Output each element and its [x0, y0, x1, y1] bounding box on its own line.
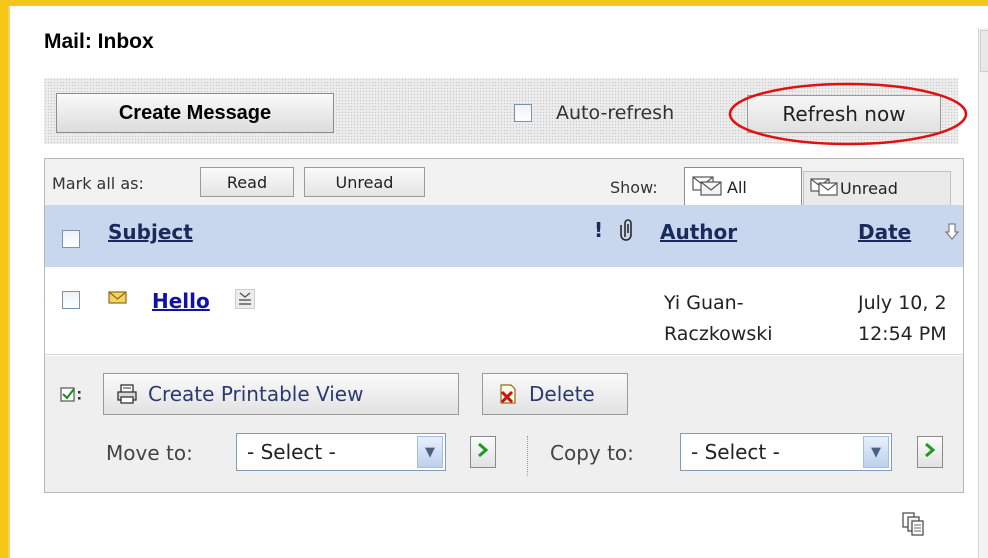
window-frame-inner	[8, 6, 10, 558]
highlight-ellipse	[728, 82, 968, 146]
move-to-select[interactable]: - Select - ▼	[236, 433, 446, 471]
author-line-1: Yi Guan-	[664, 292, 744, 314]
date-line-1: July 10, 2	[858, 292, 947, 314]
copy-go-button[interactable]	[917, 436, 943, 468]
scrollbar-cap[interactable]	[980, 30, 988, 72]
envelopes-icon	[691, 175, 727, 201]
page-title: Mail: Inbox	[44, 30, 154, 53]
mark-unread-button[interactable]: Unread	[304, 167, 425, 197]
copy-pages-icon[interactable]	[902, 512, 924, 540]
filter-tab-unread-label: Unread	[840, 179, 898, 198]
date-column-header[interactable]: Date	[858, 220, 911, 244]
create-printable-view-button[interactable]: Create Printable View	[103, 373, 459, 415]
message-date: July 10, 2 12:54 PM	[858, 288, 978, 350]
select-all-checkbox[interactable]	[62, 230, 80, 248]
filter-tab-unread[interactable]: Unread	[803, 171, 951, 205]
checked-selection-icon	[60, 386, 84, 408]
priority-column-header[interactable]: !	[594, 218, 603, 242]
create-message-button[interactable]: Create Message	[56, 93, 334, 133]
author-line-2: Raczkowski	[664, 323, 773, 345]
subject-column-header[interactable]: Subject	[108, 220, 193, 244]
go-arrow-icon	[476, 441, 490, 463]
delete-button[interactable]: Delete	[482, 373, 628, 415]
message-subject-link[interactable]: Hello	[152, 289, 210, 313]
go-arrow-icon	[923, 441, 937, 463]
copy-to-select[interactable]: - Select - ▼	[680, 433, 892, 471]
attachment-icon[interactable]	[620, 217, 636, 245]
show-filter-label: Show:	[610, 178, 658, 197]
window-frame-left	[0, 0, 8, 558]
copy-to-value: - Select -	[691, 440, 780, 464]
move-to-label: Move to:	[106, 441, 193, 465]
preview-lines-icon[interactable]	[235, 289, 255, 313]
create-printable-view-label: Create Printable View	[148, 382, 364, 406]
sort-arrow-down-icon	[944, 223, 960, 245]
filter-tab-all[interactable]: All	[684, 167, 802, 207]
filter-tab-all-label: All	[727, 178, 747, 197]
author-column-header[interactable]: Author	[660, 220, 737, 244]
move-to-value: - Select -	[247, 440, 336, 464]
printer-icon	[116, 383, 138, 405]
scrollbar-track[interactable]	[978, 28, 988, 558]
mark-all-label: Mark all as:	[52, 174, 144, 193]
auto-refresh-label: Auto-refresh	[556, 102, 675, 124]
date-line-2: 12:54 PM	[858, 323, 947, 345]
action-separator	[527, 436, 529, 476]
window-frame-top	[0, 0, 988, 6]
auto-refresh-checkbox[interactable]	[514, 104, 532, 122]
closed-envelopes-icon	[810, 177, 840, 201]
chevron-down-icon[interactable]: ▼	[417, 436, 443, 468]
delete-document-icon	[497, 383, 519, 405]
copy-to-label: Copy to:	[550, 441, 634, 465]
delete-label: Delete	[529, 382, 595, 406]
unread-envelope-icon	[108, 290, 128, 310]
move-go-button[interactable]	[470, 436, 496, 468]
mark-read-button[interactable]: Read	[200, 167, 294, 197]
chevron-down-icon[interactable]: ▼	[863, 436, 889, 468]
message-select-checkbox[interactable]	[62, 291, 80, 309]
message-author: Yi Guan- Raczkowski	[664, 288, 773, 350]
